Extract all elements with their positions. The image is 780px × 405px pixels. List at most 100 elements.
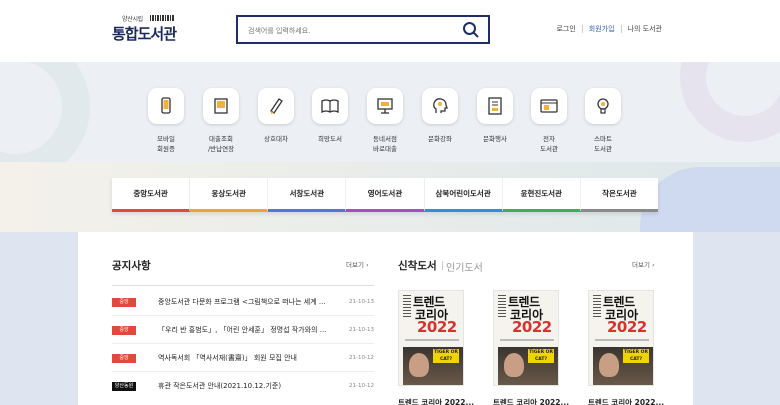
search-icon[interactable] xyxy=(462,21,480,39)
notice-badge: 양산동원 xyxy=(112,381,136,391)
barcode-stripes xyxy=(498,295,506,317)
cover-year: 2022 xyxy=(607,318,647,336)
notice-divider xyxy=(112,285,374,286)
author-face xyxy=(504,353,524,377)
service-label: 희망도서 xyxy=(318,135,342,143)
chevron-right-icon: › xyxy=(652,261,655,269)
open-book-icon xyxy=(321,99,339,114)
notice-badge: 중앙 xyxy=(112,353,136,363)
notice-date: 21-10-13 xyxy=(349,299,374,305)
book-caption[interactable]: 트렌드 코리아 2022... xyxy=(398,397,474,405)
nav-divider xyxy=(620,25,622,33)
service-item[interactable]: 스마트 도서관 xyxy=(573,88,633,154)
tab-divider xyxy=(442,261,443,270)
service-item[interactable]: 상호대차 xyxy=(246,88,306,144)
icon-box xyxy=(258,88,294,124)
logo-subtitle: 양산시립 xyxy=(122,16,143,23)
bookstore-icon xyxy=(377,98,393,114)
tab-library[interactable]: 서창도서관 xyxy=(268,178,347,212)
notice-badge: 중앙 xyxy=(112,325,136,335)
cover-subtext xyxy=(500,339,554,341)
notice-row[interactable]: 중앙 역사독서회 「역사서재(書齋)」 회원 모집 안내 21-10-12 xyxy=(112,351,374,365)
barcode-icon xyxy=(150,15,174,21)
tab-library[interactable]: 윤현진도서관 xyxy=(502,178,581,212)
tab-popular-books[interactable]: 인기도서 xyxy=(446,259,483,274)
cover-subtext xyxy=(405,339,459,341)
notice-row-divider xyxy=(112,315,374,316)
lightbulb-icon xyxy=(597,98,609,114)
service-label: 동네서점 바로대출 xyxy=(373,135,397,153)
notice-text[interactable]: 「우리 반 홍범도」, 「어린 안세훈」 정명섭 작가와의 ... xyxy=(158,325,348,335)
author-face xyxy=(599,353,619,377)
service-label: 문화강좌 xyxy=(428,135,452,143)
site-logo[interactable]: 양산시립 통합도서관 xyxy=(112,14,177,46)
notice-row-divider xyxy=(112,343,374,344)
notice-title: 공지사항 xyxy=(112,260,151,272)
icon-box xyxy=(585,88,621,124)
logo-title: 통합도서관 xyxy=(112,25,177,43)
join-link[interactable]: 회원가입 xyxy=(589,24,615,34)
ebook-icon xyxy=(540,99,558,113)
notice-date: 21-10-13 xyxy=(349,327,374,333)
author-face xyxy=(409,353,429,377)
notice-row-divider xyxy=(112,371,374,372)
book-icon xyxy=(214,98,228,114)
cover-tag: TIGER OR CAT? xyxy=(433,349,459,363)
top-nav: 로그인 회원가입 나의 도서관 xyxy=(556,24,662,34)
pencil-book-icon xyxy=(270,98,283,114)
icon-box xyxy=(367,88,403,124)
notice-text[interactable]: 휴관 작은도서관 안내(2021.10.12.기준) xyxy=(158,381,348,391)
icon-box xyxy=(531,88,567,124)
service-label: 대출조회 /반납연장 xyxy=(207,135,235,153)
notice-text[interactable]: 역사독서회 「역사서재(書齋)」 회원 모집 안내 xyxy=(158,353,348,363)
search-box xyxy=(236,15,490,44)
notice-badge: 중앙 xyxy=(112,297,136,307)
service-item[interactable]: 전자 도서관 xyxy=(519,88,579,154)
book-cover[interactable]: 트렌드 코리아 2022 TIGER OR CAT? xyxy=(588,290,654,386)
cover-tag: TIGER OR CAT? xyxy=(623,349,649,363)
icon-box xyxy=(203,88,239,124)
icon-box xyxy=(477,88,513,124)
service-item[interactable]: 대출조회 /반납연장 xyxy=(191,88,251,154)
decorative-circle xyxy=(680,62,780,142)
tab-library[interactable]: 영어도서관 xyxy=(346,178,425,212)
service-label: 문화행사 xyxy=(483,135,507,143)
notice-row[interactable]: 중앙 중앙도서관 다문화 프로그램 <그림책으로 떠나는 세계 ... 21-10-… xyxy=(112,295,374,309)
book-caption[interactable]: 트렌드 코리아 2022... xyxy=(493,397,569,405)
service-label: 스마트 도서관 xyxy=(594,135,612,153)
tab-library[interactable]: 웅상도서관 xyxy=(190,178,269,212)
barcode-stripes xyxy=(593,295,601,317)
cover-subtext xyxy=(595,339,649,341)
nav-divider xyxy=(581,25,583,33)
notice-more-link[interactable]: 더보기 › xyxy=(346,259,369,269)
books-more-link[interactable]: 더보기 › xyxy=(632,259,655,269)
book-caption[interactable]: 트렌드 코리아 2022... xyxy=(588,397,664,405)
document-icon xyxy=(488,97,502,115)
cover-tag: TIGER OR CAT? xyxy=(528,349,554,363)
library-tabs: 중앙도서관 웅상도서관 서창도서관 영어도서관 삼북어린이도서관 윤현진도서관 작은도서관 xyxy=(112,178,658,212)
notice-date: 21-10-12 xyxy=(349,355,374,361)
icon-box xyxy=(422,88,458,124)
service-label: 모바일 회원증 xyxy=(157,135,175,153)
search-input[interactable] xyxy=(248,23,448,38)
book-cover[interactable]: 트렌드 코리아 2022 TIGER OR CAT? xyxy=(493,290,559,386)
service-item[interactable]: 희망도서 xyxy=(300,88,360,144)
service-item[interactable]: 문화행사 xyxy=(465,88,525,144)
cover-year: 2022 xyxy=(417,318,457,336)
notice-text[interactable]: 중앙도서관 다문화 프로그램 <그림책으로 떠나는 세계 ... xyxy=(158,297,348,307)
tab-library[interactable]: 작은도서관 xyxy=(580,178,658,212)
service-item[interactable]: 문화강좌 xyxy=(410,88,470,144)
mylib-link[interactable]: 나의 도서관 xyxy=(628,24,662,34)
tab-library[interactable]: 삼북어린이도서관 xyxy=(424,178,503,212)
service-item[interactable]: 동네서점 바로대출 xyxy=(355,88,415,154)
login-link[interactable]: 로그인 xyxy=(556,24,575,34)
cover-year: 2022 xyxy=(512,318,552,336)
tab-library[interactable]: 중앙도서관 xyxy=(112,178,191,212)
service-item[interactable]: 모바일 회원증 xyxy=(136,88,196,154)
notice-date: 21-10-12 xyxy=(349,383,374,389)
head-idea-icon xyxy=(433,98,448,113)
notice-row[interactable]: 양산동원 휴관 작은도서관 안내(2021.10.12.기준) 21-10-12 xyxy=(112,379,374,393)
notice-row[interactable]: 중앙 「우리 반 홍범도」, 「어린 안세훈」 정명섭 작가와의 ... 21-10… xyxy=(112,323,374,337)
book-cover[interactable]: 트렌드 코리아 2022 TIGER OR CAT? xyxy=(398,290,464,386)
tab-new-books[interactable]: 신착도서 xyxy=(398,258,437,273)
